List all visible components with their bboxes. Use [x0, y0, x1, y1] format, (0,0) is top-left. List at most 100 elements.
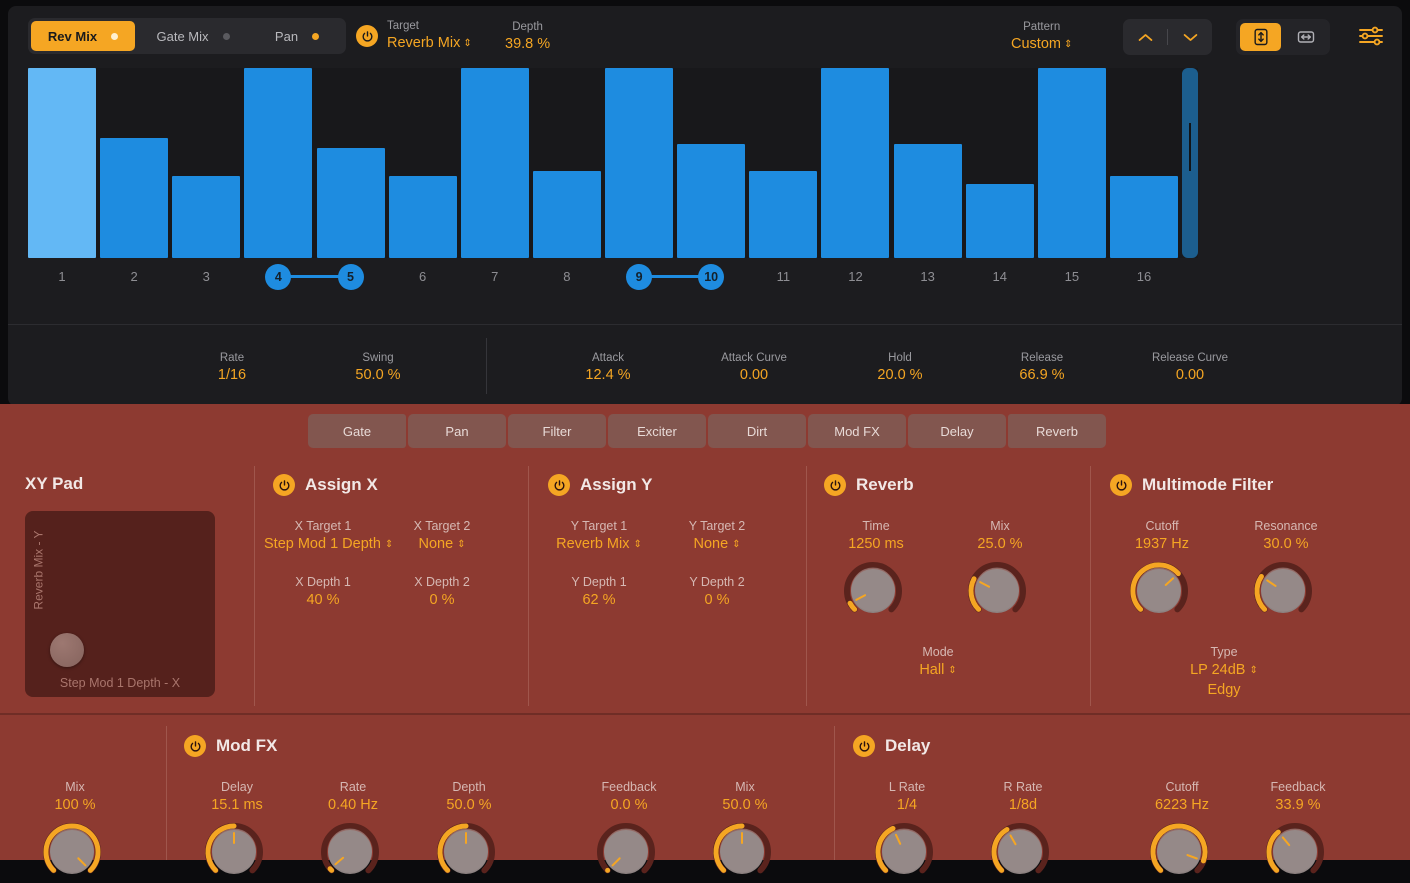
step-bar[interactable]	[677, 144, 745, 258]
step-bar[interactable]	[100, 138, 168, 258]
pattern-prev-button[interactable]	[1123, 19, 1167, 55]
filter-type[interactable]: Type LP 24dB ⇕ Edgy	[1170, 644, 1278, 700]
mod-fx-feedback-knob[interactable]	[595, 821, 657, 883]
xy-pad[interactable]: Reverb Mix - Y Step Mod 1 Depth - X	[25, 511, 215, 697]
delay-l-rate-knob[interactable]	[873, 821, 935, 883]
step-number-row[interactable]: 1 2 3 4 5 6 7 8 9 10 11 12 13 14 15 16	[28, 264, 1198, 304]
fx-tab-gate[interactable]: Gate	[308, 414, 406, 448]
xy-pad-handle[interactable]	[50, 633, 84, 667]
mod-fx-delay-knob[interactable]	[203, 821, 265, 883]
lane-tab-pan[interactable]: Pan	[251, 21, 343, 51]
step-bars[interactable]	[28, 68, 1178, 258]
step-bar[interactable]	[605, 68, 673, 258]
step-bar[interactable]	[172, 176, 240, 258]
fx-tab-dirt[interactable]: Dirt	[708, 414, 806, 448]
step-bar[interactable]	[1038, 68, 1106, 258]
filter-mix[interactable]: Mix 100 %	[21, 779, 129, 815]
lane-tab-rev-mix[interactable]: Rev Mix	[31, 21, 135, 51]
x-target-2[interactable]: X Target 2 None ⇕	[388, 518, 496, 555]
pattern-next-button[interactable]	[1168, 19, 1212, 55]
mod-fx-rate-knob[interactable]	[319, 821, 381, 883]
depth-readout[interactable]: Depth 39.8 %	[505, 19, 550, 54]
param-release[interactable]: Release 66.9 %	[990, 350, 1094, 385]
delay-cutoff-knob[interactable]	[1148, 821, 1210, 883]
pattern-readout[interactable]: Pattern Custom ⇕	[1011, 19, 1072, 55]
y-target-2[interactable]: Y Target 2 None ⇕	[663, 518, 771, 555]
x-depth-2[interactable]: X Depth 2 0 %	[388, 574, 496, 610]
step-bar[interactable]	[244, 68, 312, 258]
step-number-label[interactable]: 16	[1110, 264, 1178, 290]
effect-tab-bar[interactable]: Gate Pan Filter Exciter Dirt Mod FX Delay Rever…	[308, 414, 1106, 448]
fx-tab-mod-fx[interactable]: Mod FX	[808, 414, 906, 448]
step-link-badge[interactable]: 10	[698, 264, 725, 290]
reverb-mix-knob[interactable]	[966, 560, 1028, 622]
y-target-1[interactable]: Y Target 1 Reverb Mix ⇕	[540, 518, 658, 555]
delay-feedback-knob[interactable]	[1264, 821, 1326, 883]
multimode-filter-power-button[interactable]	[1110, 474, 1132, 496]
step-bar[interactable]	[28, 68, 96, 258]
step-link-badge[interactable]: 9	[626, 264, 653, 290]
target-value-wrap[interactable]: Reverb Mix ⇕	[387, 34, 472, 54]
param-hold[interactable]: Hold 20.0 %	[852, 350, 948, 385]
mod-fx-mix-knob[interactable]	[711, 821, 773, 883]
step-bar[interactable]	[966, 184, 1034, 258]
step-number-label[interactable]: 8	[533, 264, 601, 290]
assign-x-power-button[interactable]	[273, 474, 295, 496]
param-swing[interactable]: Swing 50.0 %	[330, 350, 426, 385]
step-number-label[interactable]: 15	[1038, 264, 1106, 290]
mod-fx-depth-knob[interactable]	[435, 821, 497, 883]
filter-cutoff-knob[interactable]	[1128, 560, 1190, 622]
step-number-label[interactable]: 12	[821, 264, 889, 290]
step-bar[interactable]	[1110, 176, 1178, 258]
step-bar[interactable]	[461, 68, 529, 258]
filter-mix-knob[interactable]	[41, 821, 103, 883]
mod-fx-power-button[interactable]	[184, 735, 206, 757]
delay-r-rate[interactable]: R Rate 1/8d	[969, 779, 1077, 815]
step-bar[interactable]	[821, 68, 889, 258]
fx-tab-reverb[interactable]: Reverb	[1008, 414, 1106, 448]
param-release-curve[interactable]: Release Curve 0.00	[1120, 350, 1260, 385]
reverb-time[interactable]: Time 1250 ms	[822, 518, 930, 554]
param-attack-curve[interactable]: Attack Curve 0.00	[690, 350, 818, 385]
lane-selector-group[interactable]: Rev Mix Gate Mix Pan	[28, 18, 346, 54]
y-depth-1[interactable]: Y Depth 1 62 %	[540, 574, 658, 610]
reverb-power-button[interactable]	[824, 474, 846, 496]
step-number-label[interactable]: 13	[894, 264, 962, 290]
step-bar[interactable]	[749, 171, 817, 258]
param-attack[interactable]: Attack 12.4 %	[560, 350, 656, 385]
target-power-button[interactable]	[356, 25, 378, 47]
horizontal-edit-mode-button[interactable]	[1285, 23, 1326, 51]
step-number-label[interactable]: 6	[389, 264, 457, 290]
step-link-badge[interactable]: 5	[337, 264, 364, 290]
fx-tab-delay[interactable]: Delay	[908, 414, 1006, 448]
x-target-1[interactable]: X Target 1 Step Mod 1 Depth ⇕	[264, 518, 393, 555]
mod-fx-delay[interactable]: Delay 15.1 ms	[183, 779, 291, 815]
step-bar[interactable]	[533, 171, 601, 258]
x-depth-1[interactable]: X Depth 1 40 %	[264, 574, 382, 610]
step-number-label[interactable]: 3	[172, 264, 240, 290]
step-number-label[interactable]: 11	[749, 264, 817, 290]
mod-fx-rate[interactable]: Rate 0.40 Hz	[299, 779, 407, 815]
step-number-label[interactable]: 14	[966, 264, 1034, 290]
lane-tab-gate-mix[interactable]: Gate Mix	[141, 21, 245, 51]
reverb-mix[interactable]: Mix 25.0 %	[946, 518, 1054, 554]
delay-l-rate[interactable]: L Rate 1/4	[853, 779, 961, 815]
delay-power-button[interactable]	[853, 735, 875, 757]
y-depth-2[interactable]: Y Depth 2 0 %	[663, 574, 771, 610]
mod-fx-feedback[interactable]: Feedback 0.0 %	[575, 779, 683, 815]
step-number-label[interactable]: 2	[100, 264, 168, 290]
assign-y-power-button[interactable]	[548, 474, 570, 496]
filter-cutoff[interactable]: Cutoff 1937 Hz	[1108, 518, 1216, 554]
reverb-time-knob[interactable]	[842, 560, 904, 622]
fx-tab-pan[interactable]: Pan	[408, 414, 506, 448]
step-link-badge[interactable]: 4	[265, 264, 292, 290]
delay-r-rate-knob[interactable]	[989, 821, 1051, 883]
filter-resonance[interactable]: Resonance 30.0 %	[1232, 518, 1340, 554]
step-bar[interactable]	[317, 148, 385, 258]
delay-feedback[interactable]: Feedback 33.9 %	[1244, 779, 1352, 815]
step-bar[interactable]	[389, 176, 457, 258]
pattern-value-wrap[interactable]: Custom ⇕	[1011, 35, 1072, 55]
fx-tab-filter[interactable]: Filter	[508, 414, 606, 448]
step-number-label[interactable]: 1	[28, 264, 96, 290]
filter-resonance-knob[interactable]	[1252, 560, 1314, 622]
